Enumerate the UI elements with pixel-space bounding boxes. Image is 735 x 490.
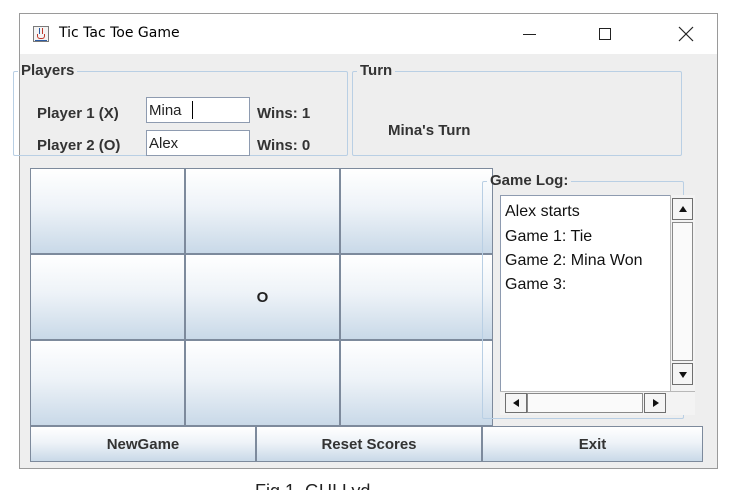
board-cell-9[interactable]: [340, 340, 493, 426]
board-cell-5[interactable]: O: [185, 254, 340, 340]
board-cell-3[interactable]: [340, 168, 493, 254]
turn-status: Mina's Turn: [388, 122, 471, 139]
board-cell-4[interactable]: [30, 254, 185, 340]
close-icon: [678, 26, 694, 42]
log-line: Game 3:: [505, 276, 567, 293]
board-cell-7[interactable]: [30, 340, 185, 426]
board-cell-6[interactable]: [340, 254, 493, 340]
players-legend: Players: [21, 62, 75, 79]
board-cell-1[interactable]: [30, 168, 185, 254]
minimize-button[interactable]: [506, 14, 552, 54]
vertical-scroll-thumb[interactable]: [672, 222, 693, 361]
player2-name-field[interactable]: [146, 130, 250, 156]
figure-caption: Fig 1. GUI Lyd: [255, 481, 370, 490]
player2-label: Player 2 (O): [37, 137, 121, 154]
text-caret: [192, 101, 193, 119]
maximize-icon: [599, 28, 611, 40]
scroll-down-button[interactable]: [672, 363, 693, 385]
new-game-button[interactable]: NewGame: [30, 426, 256, 462]
scroll-left-button[interactable]: [505, 393, 527, 413]
reset-scores-button[interactable]: Reset Scores: [256, 426, 482, 462]
game-board: O: [30, 168, 493, 426]
minimize-icon: [523, 34, 536, 35]
horizontal-scroll-thumb[interactable]: [527, 393, 643, 413]
log-line: Game 1: Tie: [505, 228, 593, 245]
window-title: Tic Tac Toe Game: [59, 25, 180, 41]
board-cell-8[interactable]: [185, 340, 340, 426]
scroll-right-button[interactable]: [644, 393, 666, 413]
log-line: Game 2: Mina Won: [505, 252, 643, 269]
player1-name-field[interactable]: [146, 97, 250, 123]
scroll-down-icon: [679, 372, 687, 378]
scroll-up-button[interactable]: [672, 198, 693, 220]
game-log-textarea[interactable]: Alex starts Game 1: Tie Game 2: Mina Won…: [500, 195, 695, 415]
player2-wins: Wins: 0: [257, 137, 311, 154]
close-button[interactable]: [663, 14, 709, 54]
scroll-right-icon: [653, 399, 659, 407]
player1-wins: Wins: 1: [257, 105, 311, 122]
scroll-up-icon: [679, 206, 687, 212]
java-cup-icon: [33, 26, 49, 42]
exit-button[interactable]: Exit: [482, 426, 703, 462]
game-log-legend: Game Log:: [490, 172, 569, 189]
maximize-button[interactable]: [582, 14, 628, 54]
turn-panel: Turn: [352, 63, 682, 156]
board-cell-2[interactable]: [185, 168, 340, 254]
turn-legend: Turn: [360, 62, 393, 79]
scroll-left-icon: [513, 399, 519, 407]
log-line: Alex starts: [505, 203, 580, 220]
title-bar[interactable]: Tic Tac Toe Game: [20, 14, 717, 54]
player1-label: Player 1 (X): [37, 105, 119, 122]
